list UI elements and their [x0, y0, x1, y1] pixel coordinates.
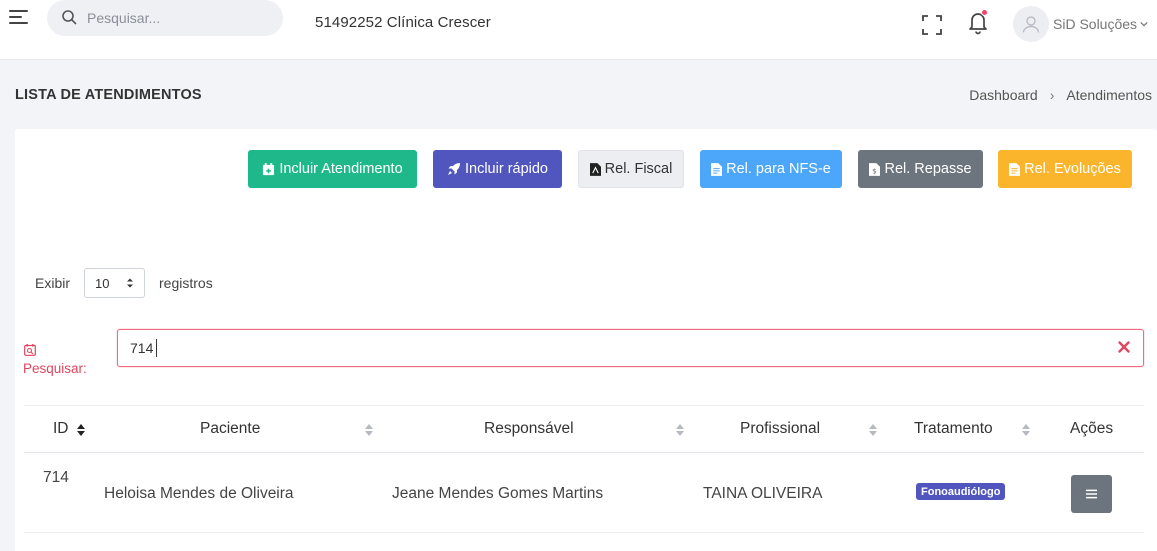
sort-icon[interactable] — [675, 422, 685, 438]
column-header-acoes: Ações — [1070, 420, 1114, 437]
breadcrumb-separator-icon: › — [1049, 87, 1055, 103]
rocket-icon — [447, 163, 460, 175]
file-text-icon — [1009, 162, 1021, 176]
svg-text:$: $ — [873, 166, 878, 175]
column-header-profissional[interactable]: Profissional — [740, 420, 820, 438]
filter-input[interactable]: 714 — [117, 329, 1144, 367]
calendar-plus-icon — [263, 162, 275, 175]
sort-icon[interactable] — [1021, 422, 1031, 438]
filter-value: 714 — [130, 340, 154, 356]
fiscal-report-button[interactable]: Rel. Fiscal — [578, 150, 684, 188]
include-appointment-label: Incluir Atendimento — [279, 161, 403, 177]
text-cursor — [156, 339, 157, 357]
avatar — [1013, 6, 1049, 42]
user-name: SiD Soluções — [1053, 16, 1138, 32]
page-title: LISTA DE ATENDIMENTOS — [15, 87, 202, 103]
page-size-select[interactable]: 10 — [84, 268, 146, 298]
user-menu[interactable]: SiD Soluções — [1013, 6, 1148, 42]
atendimentos-card: Incluir Atendimento Incluir rápido Rel. … — [15, 129, 1157, 551]
sort-icon[interactable] — [868, 422, 878, 438]
quick-include-button[interactable]: Incluir rápido — [433, 150, 562, 188]
row-actions-button[interactable] — [1071, 475, 1112, 513]
page-size-control: Exibir 10 registros — [35, 268, 213, 298]
repasse-report-button[interactable]: $ Rel. Repasse — [858, 150, 983, 188]
file-dollar-icon: $ — [869, 162, 881, 176]
table-row-partial — [24, 533, 1144, 551]
calendar-search-icon — [24, 344, 36, 356]
notification-dot — [981, 9, 988, 16]
evolutions-report-label: Rel. Evoluções — [1024, 161, 1121, 177]
repasse-report-label: Rel. Repasse — [884, 161, 972, 177]
menu-icon — [1086, 489, 1097, 499]
breadcrumb-dashboard[interactable]: Dashboard — [969, 87, 1038, 103]
fullscreen-icon[interactable] — [922, 15, 942, 35]
evolutions-report-button[interactable]: Rel. Evoluções — [998, 150, 1132, 188]
cell-profissional: TAINA OLIVEIRA — [703, 485, 823, 502]
file-text-icon — [711, 162, 723, 176]
filter-label: Pesquisar: — [23, 361, 87, 376]
nfse-report-button[interactable]: Rel. para NFS-e — [700, 150, 842, 188]
column-header-responsavel[interactable]: Responsável — [484, 420, 574, 438]
chevron-down-icon — [1140, 21, 1148, 27]
breadcrumb-current: Atendimentos — [1066, 87, 1152, 103]
fiscal-report-label: Rel. Fiscal — [604, 161, 673, 177]
show-label: Exibir — [35, 275, 71, 291]
table-row: 714 Heloisa Mendes de Oliveira Jeane Men… — [24, 453, 1144, 533]
sort-icon[interactable] — [364, 422, 374, 438]
user-icon — [1022, 16, 1040, 33]
column-header-tratamento[interactable]: Tratamento — [914, 420, 993, 438]
quick-include-label: Incluir rápido — [464, 161, 548, 177]
notifications-button[interactable] — [966, 9, 990, 35]
records-label: registros — [159, 275, 213, 291]
table-header: ID Paciente Responsável Profissional Tra… — [24, 405, 1144, 453]
cell-paciente: Heloisa Mendes de Oliveira — [104, 485, 294, 502]
sort-asc-icon[interactable] — [76, 422, 86, 438]
cell-responsavel: Jeane Mendes Gomes Martins — [392, 485, 604, 502]
treatment-badge: Fonoaudiólogo — [916, 483, 1006, 500]
global-search-input[interactable] — [87, 6, 272, 30]
column-header-id[interactable]: ID — [53, 420, 69, 438]
column-header-paciente[interactable]: Paciente — [200, 420, 260, 438]
global-search — [47, 0, 283, 36]
top-bar: 51492252 Clínica Crescer SiD Soluções — [0, 0, 1157, 60]
company-name: 51492252 Clínica Crescer — [315, 14, 491, 31]
file-pdf-icon — [589, 162, 601, 176]
cell-id: 714 — [43, 469, 69, 486]
clear-icon[interactable] — [1117, 340, 1131, 354]
breadcrumb: Dashboard › Atendimentos — [969, 87, 1152, 103]
include-appointment-button[interactable]: Incluir Atendimento — [248, 150, 417, 188]
page-size-value: 10 — [95, 275, 110, 291]
nfse-report-label: Rel. para NFS-e — [726, 161, 831, 177]
select-arrows-icon — [127, 278, 134, 288]
menu-toggle-icon[interactable] — [9, 9, 31, 27]
search-icon — [62, 10, 77, 25]
